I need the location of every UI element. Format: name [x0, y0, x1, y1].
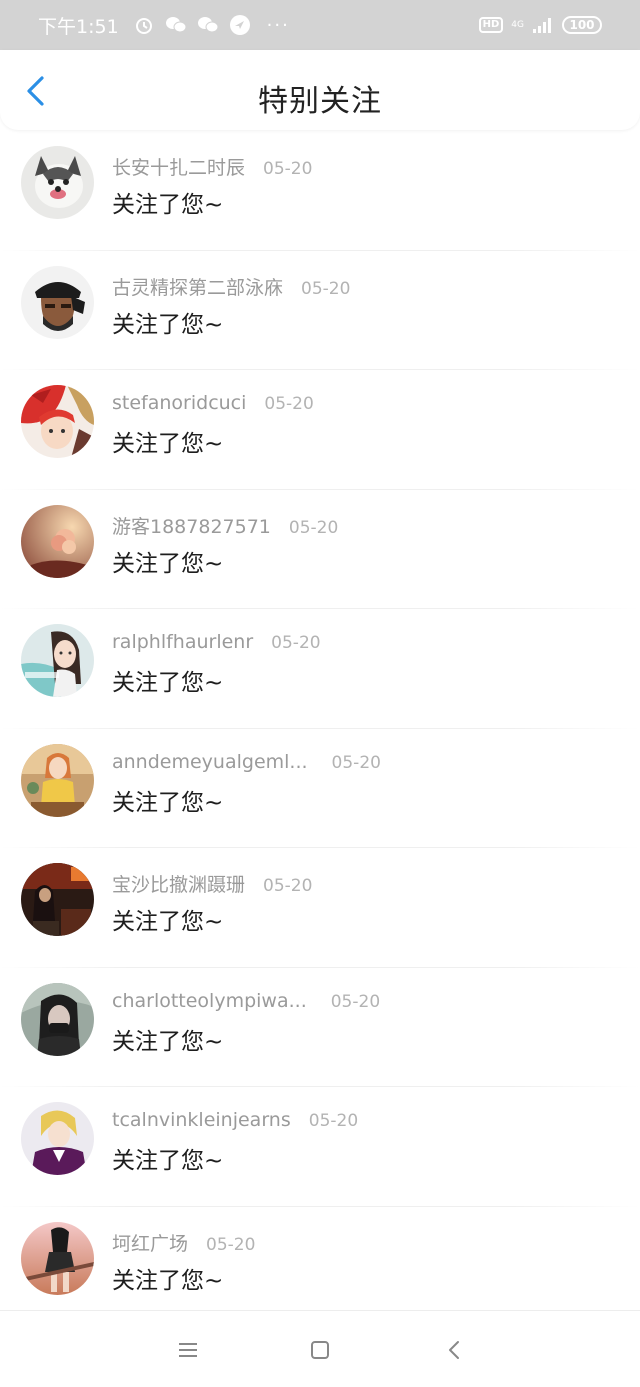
list-item[interactable]: 长安十扎二时辰 05-20 关注了您~ — [0, 131, 640, 251]
avatar[interactable] — [21, 743, 94, 817]
name-row: 游客1887827571 05-20 — [112, 512, 338, 540]
name-row: anndemeyualgeml... 05-20 — [112, 751, 381, 779]
date: 05-20 — [264, 394, 314, 414]
menu-icon — [179, 1343, 197, 1357]
name-row: 宝沙比撤渊蹑珊 05-20 — [112, 870, 312, 898]
date: 05-20 — [331, 752, 381, 773]
avatar[interactable] — [21, 504, 94, 578]
status-left: 下午1:51 ··· — [38, 12, 290, 39]
item-text: 游客1887827571 05-20 关注了您~ — [112, 512, 338, 578]
name-row: tcalnvinkleinjearns 05-20 — [112, 1109, 358, 1137]
status-bar: 下午1:51 ··· HD 4G 100 — [0, 0, 640, 50]
list-item[interactable]: anndemeyualgeml... 05-20 关注了您~ — [0, 729, 640, 849]
message: 关注了您~ — [112, 1148, 224, 1174]
name-row: charlotteolympiwa... 05-20 — [112, 990, 380, 1018]
name-row: ralphlfhaurlenr 05-20 — [112, 631, 321, 659]
date: 05-20 — [206, 1234, 256, 1255]
message: 关注了您~ — [112, 311, 224, 338]
avatar[interactable] — [21, 385, 94, 458]
list-item[interactable]: 宝沙比撤渊蹑珊 05-20 关注了您~ — [0, 848, 640, 968]
message: 关注了您~ — [112, 670, 224, 696]
message: 关注了您~ — [112, 550, 224, 577]
wechat-icon — [165, 14, 187, 36]
date: 05-20 — [288, 517, 339, 538]
user-name[interactable]: 古灵精探第二部泳庥 — [112, 273, 283, 300]
date: 05-20 — [271, 633, 321, 653]
user-name[interactable]: 宝沙比撤渊蹑珊 — [112, 870, 245, 897]
name-row: stefanoridcuci 05-20 — [112, 392, 314, 420]
user-name[interactable]: tcalnvinkleinjearns — [112, 1109, 291, 1131]
date: 05-20 — [330, 991, 381, 1012]
message: 关注了您~ — [112, 192, 224, 218]
menu-button[interactable] — [175, 1337, 201, 1363]
network-label: 4G — [511, 19, 524, 30]
header: 特别关注 — [0, 50, 640, 130]
name-row: 坷红广场 05-20 — [112, 1229, 255, 1257]
user-name[interactable]: stefanoridcuci — [112, 392, 246, 414]
notification-list: 长安十扎二时辰 05-20 关注了您~ 古灵精探第二部泳庥 05-20 关注了您… — [0, 131, 640, 1326]
status-right: HD 4G 100 — [478, 14, 602, 36]
avatar[interactable] — [21, 1221, 94, 1295]
signal-icon — [532, 14, 554, 36]
item-text: 长安十扎二时辰 05-20 关注了您~ — [112, 153, 312, 219]
user-name[interactable]: anndemeyualgeml... — [112, 751, 308, 773]
date: 05-20 — [308, 1111, 359, 1131]
message: 关注了您~ — [112, 1267, 224, 1294]
item-text: 宝沙比撤渊蹑珊 05-20 关注了您~ — [112, 870, 312, 936]
list-item[interactable]: charlotteolympiwa... 05-20 关注了您~ — [0, 968, 640, 1088]
home-button[interactable] — [307, 1337, 333, 1363]
message: 关注了您~ — [112, 1028, 224, 1055]
list-item[interactable]: tcalnvinkleinjearns 05-20 关注了您~ — [0, 1087, 640, 1207]
item-text: 古灵精探第二部泳庥 05-20 关注了您~ — [112, 273, 350, 339]
status-time: 下午1:51 — [38, 15, 119, 38]
list-item[interactable]: 游客1887827571 05-20 关注了您~ — [0, 490, 640, 610]
item-text: charlotteolympiwa... 05-20 关注了您~ — [112, 990, 380, 1056]
item-text: stefanoridcuci 05-20 关注了您~ — [112, 392, 314, 458]
date: 05-20 — [263, 159, 313, 179]
avatar[interactable] — [21, 863, 94, 936]
message-icon — [229, 14, 251, 36]
date: 05-20 — [301, 278, 351, 299]
message: 关注了您~ — [112, 431, 224, 457]
more-dots: ··· — [266, 14, 290, 36]
back-triangle-icon — [449, 1341, 459, 1359]
list-item[interactable]: 古灵精探第二部泳庥 05-20 关注了您~ — [0, 251, 640, 371]
system-nav-bar — [0, 1310, 640, 1387]
battery-indicator: 100 — [562, 16, 602, 34]
avatar[interactable] — [21, 1102, 94, 1175]
user-name[interactable]: ralphlfhaurlenr — [112, 631, 253, 653]
item-text: tcalnvinkleinjearns 05-20 关注了您~ — [112, 1109, 358, 1175]
list-item[interactable]: ralphlfhaurlenr 05-20 关注了您~ — [0, 609, 640, 729]
user-name[interactable]: charlotteolympiwa... — [112, 990, 307, 1012]
avatar[interactable] — [21, 982, 94, 1056]
name-row: 古灵精探第二部泳庥 05-20 — [112, 273, 350, 301]
message: 关注了您~ — [112, 789, 224, 816]
avatar[interactable] — [21, 265, 94, 339]
alarm-icon — [133, 14, 155, 36]
date: 05-20 — [263, 876, 313, 896]
page-title: 特别关注 — [258, 84, 382, 119]
hd-badge: HD — [478, 17, 504, 33]
name-row: 长安十扎二时辰 05-20 — [112, 153, 312, 181]
avatar[interactable] — [21, 624, 94, 697]
user-name[interactable]: 长安十扎二时辰 — [112, 153, 245, 180]
back-nav-button[interactable] — [441, 1337, 467, 1363]
user-name[interactable]: 游客1887827571 — [112, 512, 271, 539]
home-square-icon — [311, 1341, 329, 1359]
list-item[interactable]: 坷红广场 05-20 关注了您~ — [0, 1207, 640, 1327]
message: 关注了您~ — [112, 909, 224, 935]
list-item[interactable]: stefanoridcuci 05-20 关注了您~ — [0, 370, 640, 490]
wechat-icon — [197, 14, 219, 36]
avatar[interactable] — [21, 146, 94, 219]
item-text: ralphlfhaurlenr 05-20 关注了您~ — [112, 631, 321, 697]
item-text: 坷红广场 05-20 关注了您~ — [112, 1229, 255, 1295]
user-name[interactable]: 坷红广场 — [112, 1229, 188, 1256]
item-text: anndemeyualgeml... 05-20 关注了您~ — [112, 751, 381, 817]
